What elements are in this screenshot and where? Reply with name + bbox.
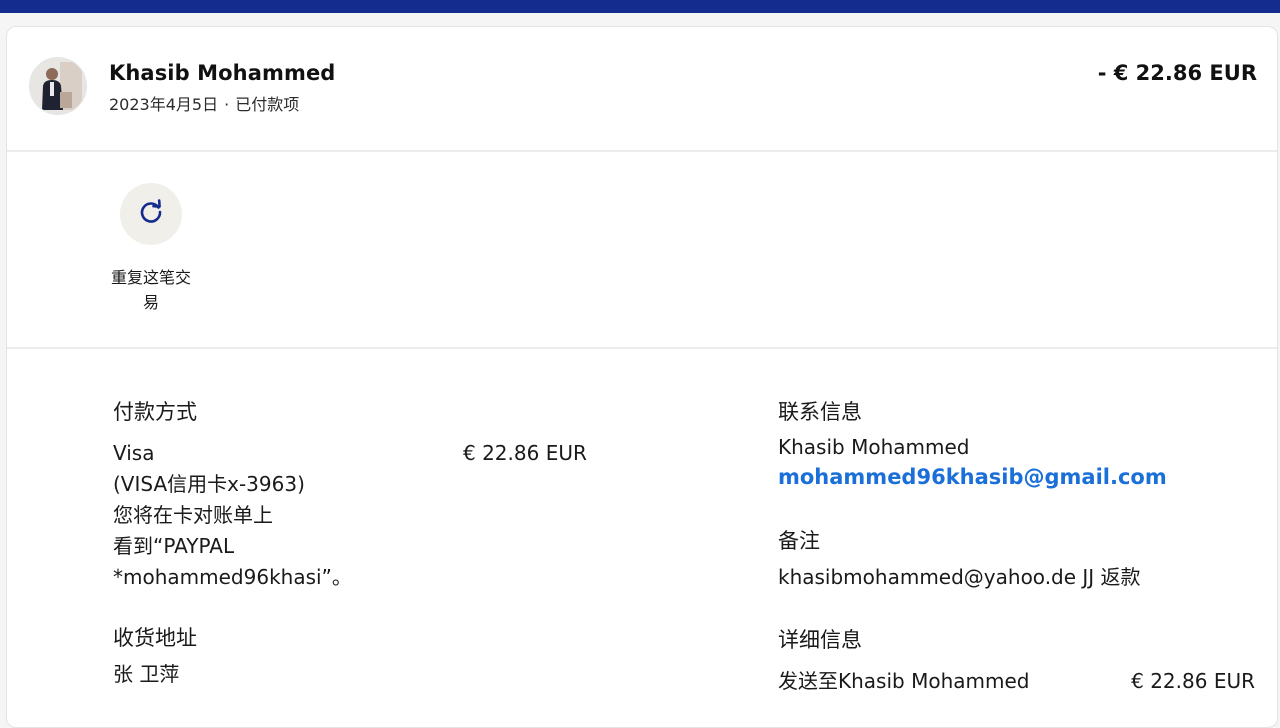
transaction-amount: - € 22.86 EUR — [1097, 61, 1257, 85]
meta-separator: · — [224, 95, 230, 114]
contact-email-link[interactable]: mohammed96khasib@gmail.com — [778, 465, 1167, 489]
counterparty-name: Khasib Mohammed — [109, 61, 336, 85]
transaction-meta: 2023年4月5日 · 已付款项 — [109, 91, 299, 115]
header-divider — [7, 150, 1277, 152]
payment-method-title: 付款方式 — [113, 400, 197, 424]
payment-method-amount: € 22.86 EUR — [463, 441, 587, 465]
payment-method-details: Visa (VISA信用卡x-3963) 您将在卡对账单上 看到“PAYPAL … — [113, 438, 353, 593]
transaction-card: Khasib Mohammed 2023年4月5日 · 已付款项 - € 22.86… — [6, 26, 1278, 728]
repeat-transaction-button[interactable] — [120, 183, 182, 245]
payment-method-line: *mohammed96khasi”。 — [113, 565, 352, 589]
contact-name: Khasib Mohammed — [778, 435, 970, 459]
payment-method-line: (VISA信用卡x-3963) — [113, 472, 305, 496]
payment-method-line: 看到“PAYPAL — [113, 534, 235, 558]
repeat-transaction-label[interactable]: 重复这笔交易 — [103, 265, 199, 315]
payment-method-line: Visa — [113, 441, 155, 465]
repeat-transaction-action[interactable]: 重复这笔交易 — [103, 183, 199, 315]
refresh-icon — [137, 198, 165, 230]
note-title: 备注 — [778, 529, 820, 553]
shipping-address-title: 收货地址 — [113, 626, 197, 650]
transaction-status: 已付款项 — [235, 95, 300, 114]
details-title: 详细信息 — [778, 628, 862, 652]
payment-method-line: 您将在卡对账单上 — [113, 503, 273, 527]
shipping-recipient-name: 张 卫萍 — [113, 662, 180, 686]
details-amount: € 22.86 EUR — [1131, 669, 1255, 693]
actions-divider — [7, 347, 1277, 349]
transaction-date: 2023年4月5日 — [109, 95, 219, 114]
avatar — [29, 57, 87, 115]
details-sent-to: 发送至Khasib Mohammed — [778, 669, 1030, 693]
note-text: khasibmohammed@yahoo.de JJ 返款 — [778, 565, 1141, 589]
transaction-header: Khasib Mohammed 2023年4月5日 · 已付款项 - € 22.86… — [7, 27, 1277, 151]
top-brand-bar — [0, 0, 1280, 13]
contact-info-title: 联系信息 — [778, 400, 862, 424]
